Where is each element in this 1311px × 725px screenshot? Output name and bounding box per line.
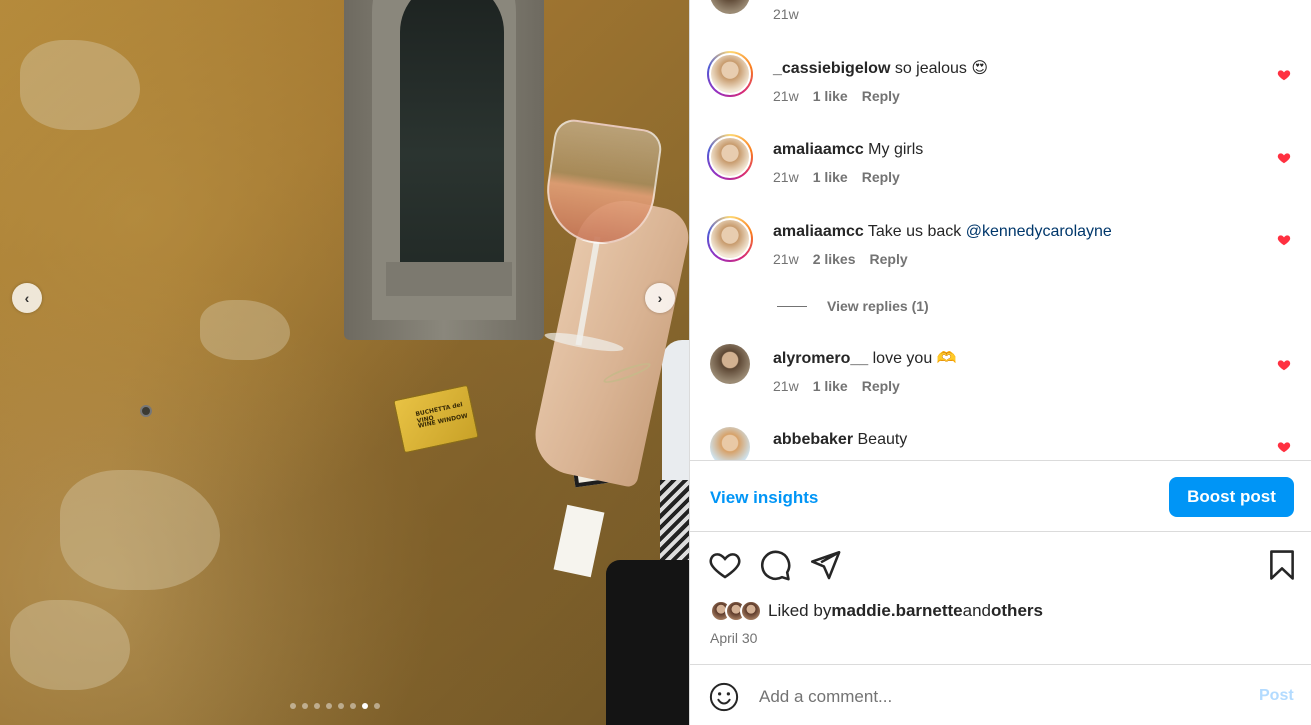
paper-note	[553, 504, 605, 578]
wall-patch	[60, 470, 220, 590]
comment-time: 21w	[773, 6, 799, 22]
add-comment-bar: Post	[689, 664, 1311, 725]
view-insights-link[interactable]: View insights	[710, 488, 818, 508]
insights-bar: View insights Boost post	[689, 460, 1311, 532]
comment-time[interactable]: 21w	[773, 88, 799, 104]
avatar[interactable]	[707, 51, 753, 97]
comment-text: so jealous 😍	[890, 60, 989, 77]
comment-time[interactable]: 21w	[773, 169, 799, 185]
comment-username[interactable]: alyromero__	[773, 350, 868, 367]
comment-likes[interactable]: 1 like	[813, 378, 848, 394]
wall-patch	[20, 40, 140, 130]
heart-icon[interactable]	[1277, 440, 1291, 454]
likes-middle: and	[962, 601, 992, 620]
reply-button[interactable]: Reply	[862, 169, 900, 185]
avatar[interactable]	[710, 0, 750, 14]
avatar[interactable]	[707, 134, 753, 180]
likes-prefix: Liked by	[768, 601, 832, 620]
carousel-dot	[290, 703, 296, 709]
comment-username[interactable]: abbebaker	[773, 431, 853, 448]
comment-likes[interactable]: 2 likes	[813, 251, 856, 267]
comment-icon[interactable]	[758, 548, 792, 582]
liker-avatars[interactable]	[710, 600, 762, 622]
comment-username[interactable]: amaliaamcc	[773, 223, 864, 240]
heart-icon[interactable]	[1277, 233, 1291, 247]
comment-likes[interactable]: 1 like	[813, 88, 848, 104]
avatar	[740, 600, 762, 622]
post-side-panel: 21w _cassiebigelow so jealous 😍 21w 1 li…	[689, 0, 1311, 725]
carousel-dot	[302, 703, 308, 709]
reply-button[interactable]: Reply	[862, 378, 900, 394]
comment-input[interactable]	[759, 683, 1239, 711]
emoji-icon[interactable]	[709, 682, 739, 712]
chevron-left-icon: ‹	[24, 290, 30, 306]
divider	[777, 305, 807, 307]
comment-time[interactable]: 21w	[773, 251, 799, 267]
view-replies-label: View replies (1)	[827, 298, 929, 314]
wall-hole	[140, 405, 152, 417]
next-photo-button[interactable]: ›	[645, 283, 675, 313]
share-icon[interactable]	[808, 548, 842, 582]
avatar[interactable]	[707, 216, 753, 262]
wall-patch	[10, 600, 130, 690]
carousel-dot	[314, 703, 320, 709]
comment-text: My girls	[863, 141, 924, 158]
post-actions	[689, 546, 1311, 586]
heart-icon[interactable]	[1277, 151, 1291, 165]
window-sill	[386, 262, 512, 296]
heart-icon[interactable]	[1277, 358, 1291, 372]
carousel-dots	[290, 703, 380, 709]
handbag	[606, 560, 689, 725]
reply-button[interactable]: Reply	[870, 251, 908, 267]
wine-window	[400, 0, 504, 270]
carousel-dot	[326, 703, 332, 709]
comments-list[interactable]: 21w _cassiebigelow so jealous 😍 21w 1 li…	[689, 0, 1311, 460]
heart-icon[interactable]	[708, 548, 742, 582]
comment-username[interactable]: _cassiebigelow	[773, 60, 890, 77]
comment-mention[interactable]: @kennedycarolayne	[966, 223, 1112, 240]
comment-text: Take us back	[863, 223, 966, 240]
reply-button[interactable]: Reply	[862, 88, 900, 104]
previous-photo-button[interactable]: ‹	[12, 283, 42, 313]
wine-window-plaque: BUCHETTA del VINO WINE WINDOW	[393, 384, 479, 454]
heart-icon[interactable]	[1277, 68, 1291, 82]
avatar[interactable]	[710, 344, 750, 384]
likes-others-link[interactable]: others	[991, 601, 1043, 621]
carousel-dot	[362, 703, 368, 709]
carousel-dot	[374, 703, 380, 709]
comment-text: Beauty	[853, 431, 908, 448]
carousel-dot	[350, 703, 356, 709]
bookmark-icon[interactable]	[1265, 548, 1299, 582]
post-date[interactable]: April 30	[710, 630, 757, 646]
comment-likes[interactable]: 1 like	[813, 169, 848, 185]
comment-time[interactable]: 21w	[773, 378, 799, 394]
post-comment-button[interactable]: Post	[1259, 687, 1294, 705]
avatar[interactable]	[710, 427, 750, 460]
liker-username[interactable]: maddie.barnette	[831, 601, 962, 621]
comment-username[interactable]: amaliaamcc	[773, 141, 864, 158]
chevron-right-icon: ›	[657, 290, 663, 306]
post-photo: BUCHETTA del VINO WINE WINDOW ‹ ›	[0, 0, 689, 725]
boost-post-button[interactable]: Boost post	[1169, 477, 1294, 517]
comment-text: love you 🫶	[868, 350, 957, 367]
view-replies-button[interactable]: View replies (1)	[777, 298, 929, 314]
likes-summary: Liked by maddie.barnette and others	[710, 600, 1043, 622]
wall-patch	[200, 300, 290, 360]
carousel-dot	[338, 703, 344, 709]
